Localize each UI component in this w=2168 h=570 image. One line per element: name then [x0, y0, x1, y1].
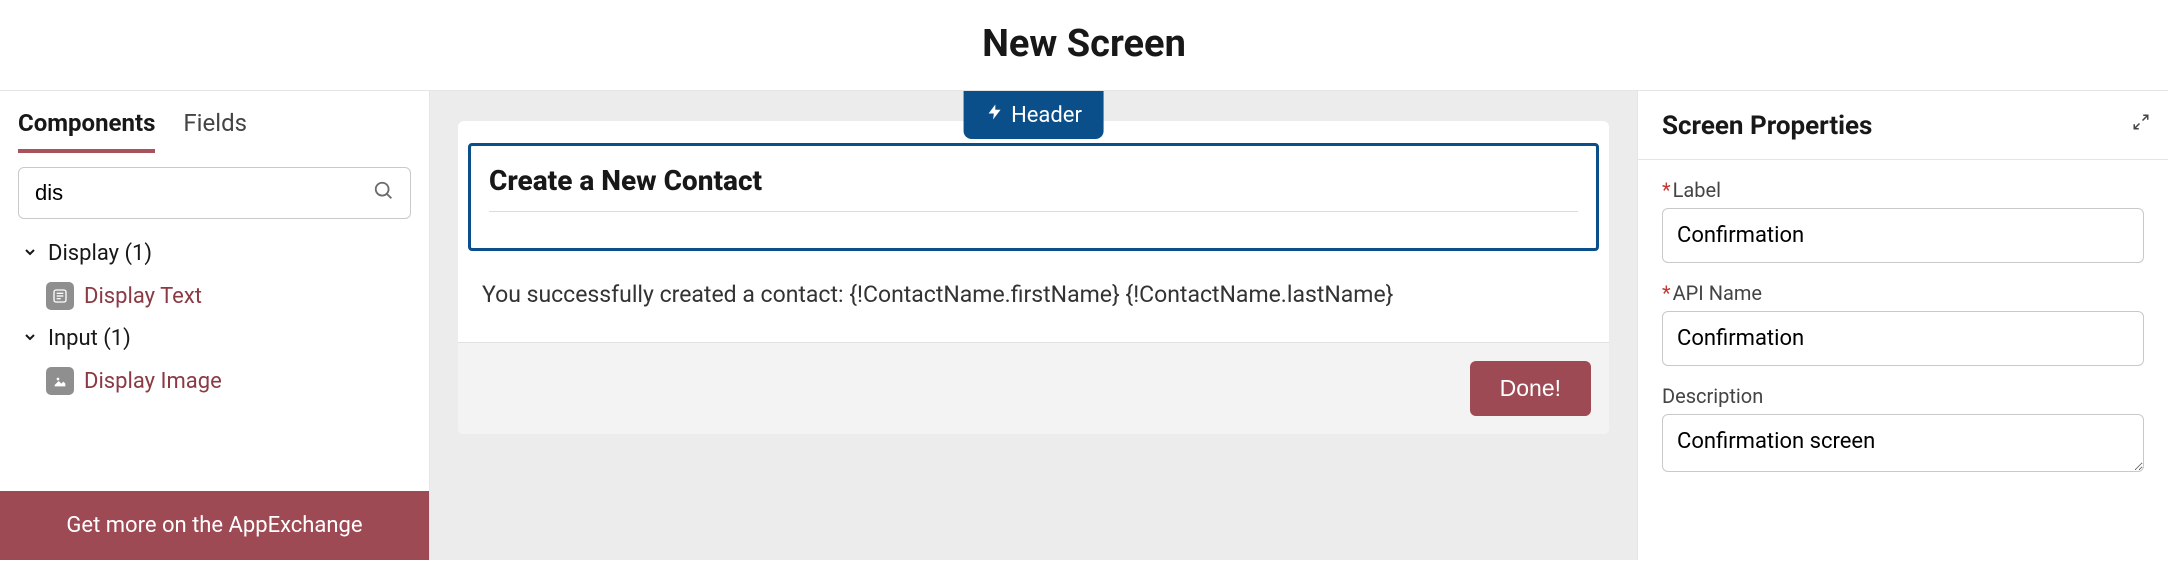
tree-item-label: Display Text [84, 284, 202, 309]
divider [1638, 159, 2168, 160]
chevron-down-icon [22, 241, 38, 266]
label-for-api-name: *API Name [1662, 281, 2144, 305]
lightning-icon [985, 101, 1003, 129]
appexchange-button[interactable]: Get more on the AppExchange [0, 491, 429, 560]
search-icon [373, 180, 395, 206]
tree-group-label: Display (1) [48, 241, 152, 266]
header-pill-label: Header [1011, 103, 1082, 128]
page-header: New Screen [0, 0, 2168, 90]
display-text-icon [46, 282, 74, 310]
body-text: You successfully created a contact: {!Co… [482, 281, 1393, 308]
main-layout: Components Fields Display (1) [0, 90, 2168, 560]
required-asterisk: * [1662, 178, 1671, 202]
tree-group-input[interactable]: Input (1) [18, 318, 411, 359]
expand-icon[interactable] [2132, 113, 2150, 135]
screen-body-slot[interactable]: You successfully created a contact: {!Co… [458, 251, 1609, 342]
component-tree: Display (1) Display Text Input (1) Displ… [0, 229, 429, 403]
screen-footer-slot: Done! [458, 342, 1609, 434]
screen-canvas: Header Create a New Contact You successf… [430, 91, 1638, 560]
chevron-down-icon [22, 326, 38, 351]
field-api-name: *API Name [1662, 281, 2144, 366]
screen-header-slot[interactable]: Create a New Contact [468, 143, 1599, 251]
component-search [18, 167, 411, 219]
screen-card: Create a New Contact You successfully cr… [458, 121, 1609, 434]
field-description: Description Confirmation screen [1662, 384, 2144, 476]
left-tabs: Components Fields [0, 91, 429, 153]
components-panel: Components Fields Display (1) [0, 91, 430, 560]
tab-fields[interactable]: Fields [183, 109, 247, 153]
label-input[interactable] [1662, 208, 2144, 263]
required-asterisk: * [1662, 281, 1671, 305]
label-for-description: Description [1662, 384, 2144, 408]
properties-title: Screen Properties [1662, 111, 2144, 141]
page-title: New Screen [0, 22, 2168, 66]
tree-item-label: Display Image [84, 369, 222, 394]
header-pill[interactable]: Header [963, 91, 1104, 139]
field-label: *Label [1662, 178, 2144, 263]
tree-item-display-text[interactable]: Display Text [18, 274, 411, 318]
tree-item-display-image[interactable]: Display Image [18, 359, 411, 403]
screen-title: Create a New Contact [489, 164, 1578, 212]
tree-group-label: Input (1) [48, 326, 131, 351]
component-search-input[interactable] [18, 167, 411, 219]
properties-panel: Screen Properties *Label *API Name Descr… [1638, 91, 2168, 560]
tab-components[interactable]: Components [18, 109, 155, 153]
description-textarea[interactable]: Confirmation screen [1662, 414, 2144, 472]
display-image-icon [46, 367, 74, 395]
done-button[interactable]: Done! [1470, 361, 1591, 416]
api-name-input[interactable] [1662, 311, 2144, 366]
tree-group-display[interactable]: Display (1) [18, 233, 411, 274]
label-for-label: *Label [1662, 178, 2144, 202]
